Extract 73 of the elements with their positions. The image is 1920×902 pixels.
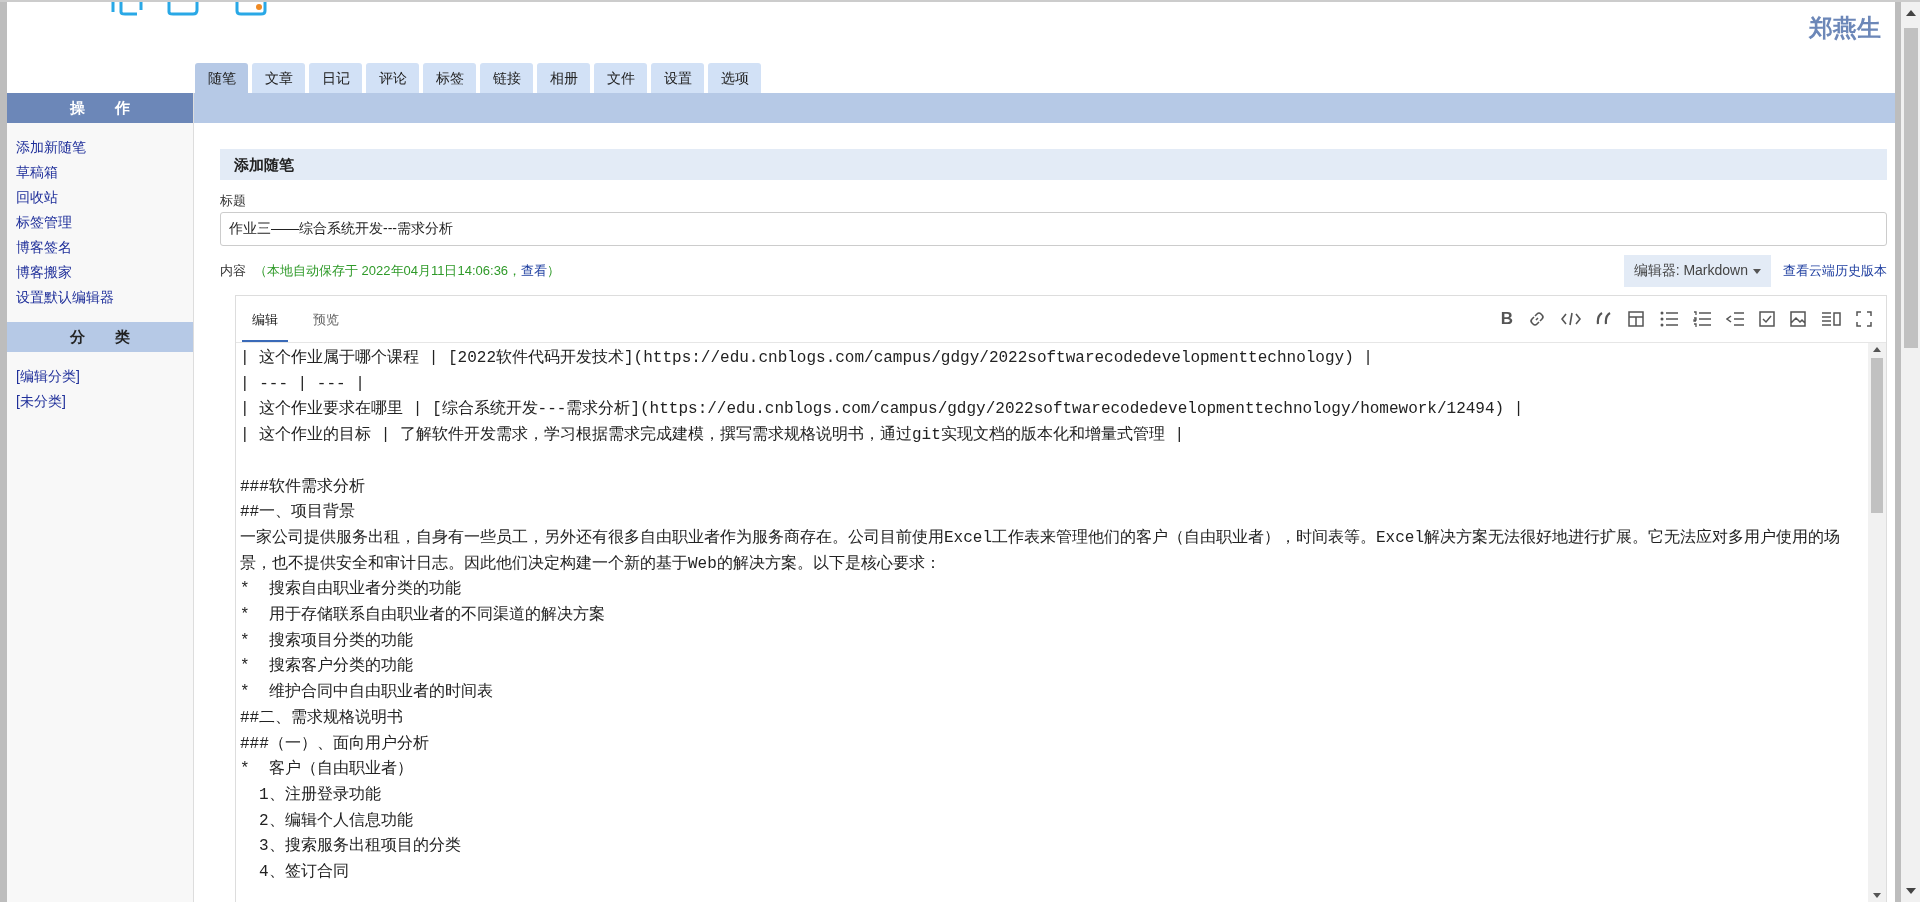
nav-tab[interactable]: 文件 bbox=[594, 63, 647, 93]
editor-scrollbar[interactable] bbox=[1868, 343, 1886, 902]
link-icon[interactable] bbox=[1528, 310, 1546, 328]
editor-line: | 这个作业的目标 | 了解软件开发需求，学习根据需求完成建模，撰写需求规格说明书，通过git实现文档的版本化和增量式管理 | bbox=[240, 424, 1185, 447]
editor-line: 2、编辑个人信息功能 bbox=[258, 810, 414, 832]
editor-line: 4、签订合同 bbox=[258, 862, 350, 884]
section-heading: 添加随笔 bbox=[220, 149, 1887, 180]
editor-line: ###软件需求分析 bbox=[240, 476, 366, 498]
editor-tab[interactable]: 预览 bbox=[303, 296, 349, 342]
split-view-icon[interactable] bbox=[1821, 312, 1841, 326]
autosave-text: ） bbox=[547, 262, 561, 280]
nav-tab[interactable]: 文章 bbox=[252, 63, 305, 93]
outdent-icon[interactable] bbox=[1726, 311, 1744, 327]
sidebar-link[interactable]: 草稿箱 bbox=[16, 160, 58, 185]
page-scrollbar[interactable] bbox=[1901, 2, 1920, 902]
caret-icon bbox=[1753, 268, 1761, 274]
sidebar-link[interactable]: 博客签名 bbox=[16, 235, 72, 260]
fullscreen-icon[interactable] bbox=[1856, 311, 1872, 327]
scroll-down-icon[interactable] bbox=[1905, 888, 1916, 894]
scrollbar-thumb[interactable] bbox=[1903, 28, 1918, 348]
editor-line: | 这个作业属于哪个课程 | [2022软件代码开发技术](https://edu.cnblogs.com/campus/gdgy/2022softwarecodedevelopmenttechnology) | bbox=[240, 347, 1374, 369]
sidebar-link[interactable]: 设置默认编辑器 bbox=[16, 285, 114, 310]
quote-icon[interactable] bbox=[1596, 312, 1612, 326]
nav-tab[interactable]: 相册 bbox=[537, 63, 590, 93]
nav-tab[interactable]: 选项 bbox=[708, 63, 761, 93]
editor-line: ##二、需求规格说明书 bbox=[240, 707, 405, 729]
editor-line: * 客户（自由职业者） bbox=[240, 758, 414, 781]
editor-line: * 搜索客户分类的功能 bbox=[240, 655, 414, 678]
view-link[interactable]: 查看 bbox=[521, 262, 548, 280]
sidebar-link[interactable]: 标签管理 bbox=[16, 210, 72, 235]
editor-select[interactable]: 编辑器: Markdown bbox=[1623, 255, 1771, 287]
sidebar-link[interactable]: 回收站 bbox=[16, 185, 58, 210]
scroll-down-icon[interactable] bbox=[1873, 893, 1881, 898]
autosave-text: （本地自动保存于 2022年04月11日14:06:36， bbox=[254, 262, 522, 280]
scrollbar-thumb[interactable] bbox=[1871, 358, 1883, 513]
editor-line: 3、搜索服务出租项目的分类 bbox=[258, 835, 462, 858]
editor-line: | 这个作业要求在哪里 | [综合系统开发---需求分析](https://edu.cnblogs.com/campus/gdgy/2022softwarecodedevelopmenttechnology/homework/12494) | bbox=[240, 398, 1525, 421]
scroll-up-icon[interactable] bbox=[1873, 347, 1881, 352]
nav-tab[interactable]: 日记 bbox=[309, 63, 362, 93]
nav-tab[interactable]: 链接 bbox=[480, 63, 533, 93]
sidebar-link[interactable]: [编辑分类] bbox=[16, 364, 80, 389]
title-input[interactable]: 作业三——综合系统开发---需求分析 bbox=[220, 212, 1887, 246]
image-icon[interactable] bbox=[1790, 311, 1806, 327]
editor-line: | --- | --- | bbox=[240, 373, 366, 395]
bullet-list-icon[interactable] bbox=[1660, 311, 1678, 327]
user-name[interactable]: 郑燕生 bbox=[1809, 12, 1881, 44]
sidebar-link[interactable]: 博客搬家 bbox=[16, 260, 72, 285]
nav-tab[interactable]: 标签 bbox=[423, 63, 476, 93]
table-icon[interactable] bbox=[1627, 310, 1645, 328]
sidebar-link[interactable]: 添加新随笔 bbox=[16, 135, 86, 160]
editor-tab[interactable]: 编辑 bbox=[242, 296, 288, 342]
sidebar-link[interactable]: [未分类] bbox=[16, 389, 66, 414]
sidebar-heading: 分 类 bbox=[7, 322, 193, 352]
scroll-up-icon[interactable] bbox=[1905, 10, 1916, 16]
editor-line: 1、注册登录功能 bbox=[258, 784, 382, 806]
sidebar-heading: 操 作 bbox=[7, 93, 193, 123]
nav-tab[interactable]: 设置 bbox=[651, 63, 704, 93]
field-label: 标题 bbox=[220, 192, 247, 210]
editor-line: * 搜索项目分类的功能 bbox=[240, 630, 414, 652]
editor-line: * 维护合同中自由职业者的时间表 bbox=[240, 681, 494, 704]
bold-button[interactable]: B bbox=[1500, 309, 1513, 329]
nav-tab[interactable]: 评论 bbox=[366, 63, 419, 93]
numbered-list-icon[interactable] bbox=[1693, 311, 1711, 327]
nav-tab[interactable]: 随笔 bbox=[195, 63, 248, 93]
editor-line: ###（一）、面向用户分析 bbox=[240, 733, 430, 755]
editor-line: 一家公司提供服务出租，自身有一些员工，另外还有很多自由职业者作为服务商存在。公司目前使用Excel工作表来管理他们的客户（自由职业者），时间表等。Excel解决方案无法很好地进行扩展。它无法应对多用户使用的场景，也不提供安全和审计日志。因此他们决定构建一个新的基于Web的解决方案。以下是核心要求： bbox=[240, 527, 1841, 575]
history-link[interactable]: 查看云端历史版本 bbox=[1783, 262, 1887, 280]
editor-line: ##一、项目背景 bbox=[240, 501, 357, 524]
code-icon[interactable] bbox=[1561, 311, 1581, 327]
editor-line: * 搜索自由职业者分类的功能 bbox=[240, 578, 462, 601]
field-label: 内容 bbox=[220, 262, 246, 280]
checkbox-icon[interactable] bbox=[1759, 311, 1775, 327]
editor-line: * 用于存储联系自由职业者的不同渠道的解决方案 bbox=[240, 604, 606, 626]
